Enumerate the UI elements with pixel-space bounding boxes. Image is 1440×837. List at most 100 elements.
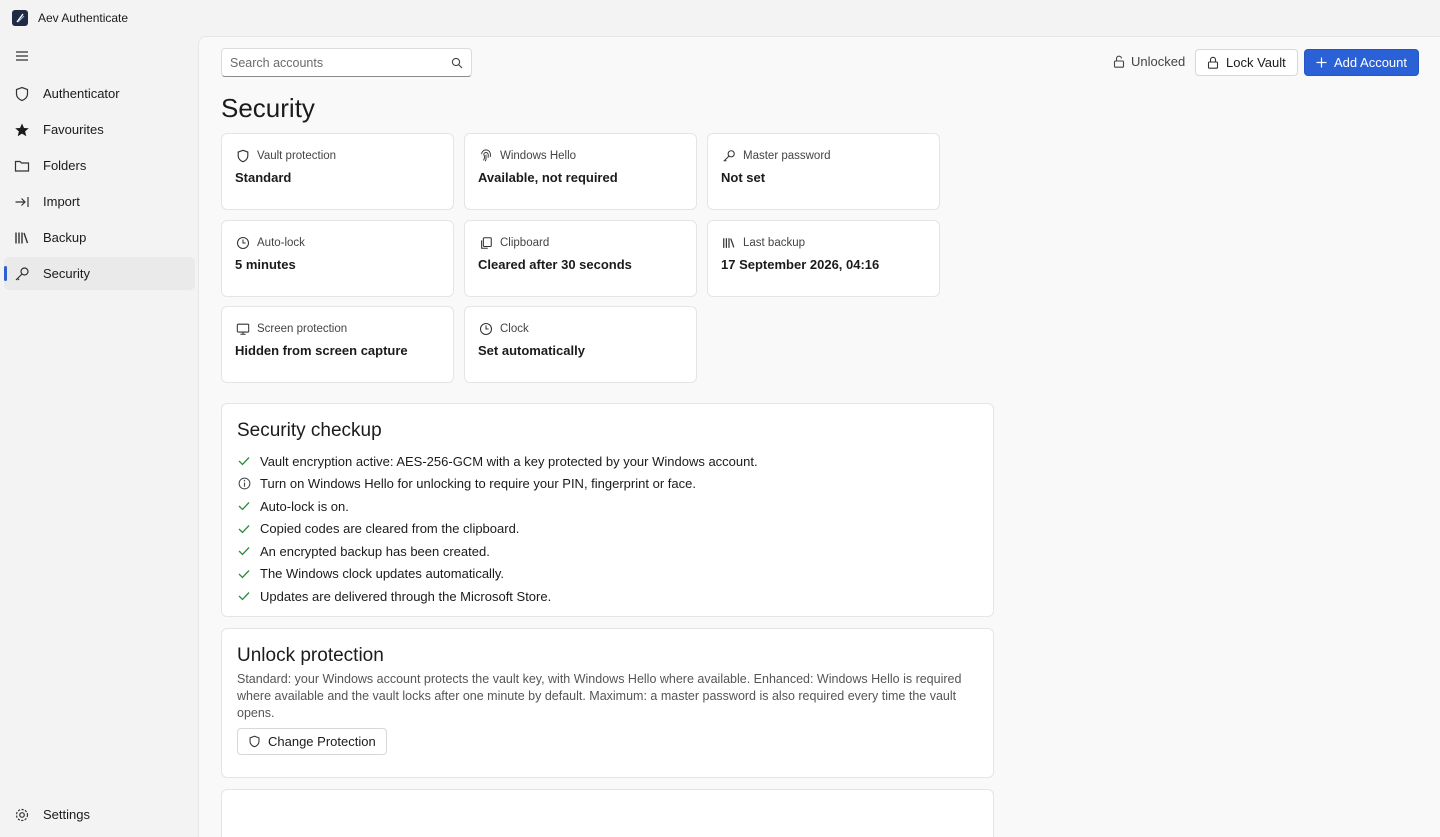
library-icon (13, 229, 31, 247)
sidebar-item-settings[interactable]: Settings (4, 798, 195, 831)
title-bar: Aev Authenticate (0, 0, 1440, 36)
card-value: Hidden from screen capture (235, 343, 408, 358)
card-label: Screen protection (257, 323, 348, 335)
page-title: Security (221, 93, 315, 123)
card-value: Standard (235, 170, 292, 185)
card-auto-lock: Auto-lock 5 minutes (221, 220, 454, 297)
card-windows-hello: Windows Hello Available, not required (464, 133, 697, 210)
checkup-item-text: Updates are delivered through the Micros… (260, 588, 552, 604)
card-screen-protection: Screen protection Hidden from screen cap… (221, 306, 454, 383)
checkup-item-text: Auto-lock is on. (260, 498, 349, 514)
star-icon (13, 121, 31, 139)
checkmark-icon (237, 589, 251, 603)
checkmark-icon (237, 454, 251, 468)
next-panel (221, 789, 994, 837)
clock-icon (235, 235, 251, 251)
sidebar-item-authenticator[interactable]: Authenticator (4, 77, 195, 110)
app-logo-icon (12, 10, 28, 26)
lock-vault-button[interactable]: Lock Vault (1195, 49, 1298, 76)
search-box[interactable] (221, 48, 472, 77)
security-checkup-title: Security checkup (237, 420, 382, 441)
card-value: 5 minutes (235, 257, 296, 272)
card-label: Clock (500, 323, 529, 335)
sidebar-item-label: Backup (43, 230, 87, 245)
card-clock: Clock Set automatically (464, 306, 697, 383)
hamburger-icon (16, 51, 28, 61)
checkup-item-text: An encrypted backup has been created. (260, 543, 490, 559)
info-icon (237, 477, 251, 491)
add-account-button[interactable]: Add Account (1304, 49, 1419, 76)
plus-icon (1316, 57, 1327, 68)
change-protection-button[interactable]: Change Protection (237, 728, 387, 755)
card-value: Available, not required (478, 170, 618, 185)
search-input[interactable] (230, 55, 451, 70)
monitor-icon (235, 321, 251, 337)
sidebar-item-label: Favourites (43, 122, 104, 137)
shield-icon (248, 735, 261, 748)
sidebar-item-favourites[interactable]: Favourites (4, 113, 195, 146)
unlocked-padlock-icon (1113, 55, 1125, 68)
sidebar-item-security[interactable]: Security (4, 257, 195, 290)
card-vault-protection: Vault protection Standard (221, 133, 454, 210)
checkmark-icon (237, 544, 251, 558)
app-title: Aev Authenticate (38, 11, 129, 25)
card-value: Not set (721, 170, 766, 185)
import-icon (13, 193, 31, 211)
card-clipboard: Clipboard Cleared after 30 seconds (464, 220, 697, 297)
checkup-item: Updates are delivered through the Micros… (237, 585, 978, 608)
checkup-item: Vault encryption active: AES-256-GCM wit… (237, 450, 978, 473)
sidebar-item-label: Import (43, 194, 80, 209)
folder-icon (13, 157, 31, 175)
checkup-item-text: Vault encryption active: AES-256-GCM wit… (260, 453, 758, 469)
security-checkup-panel: Security checkup Vault encryption active… (221, 403, 994, 617)
menu-toggle-button[interactable] (10, 44, 34, 68)
main-content: Unlocked Lock Vault Add Account Security… (198, 36, 1440, 837)
card-label: Last backup (743, 237, 806, 249)
card-label: Auto-lock (257, 237, 305, 249)
key-icon (13, 265, 31, 283)
card-master-password: Master password Not set (707, 133, 940, 210)
card-label: Windows Hello (500, 150, 577, 162)
copy-icon (478, 235, 494, 251)
unlock-protection-panel: Unlock protection Standard: your Windows… (221, 628, 994, 778)
sidebar-item-folders[interactable]: Folders (4, 149, 195, 182)
search-icon[interactable] (451, 57, 463, 69)
checkmark-icon (237, 499, 251, 513)
card-last-backup: Last backup 17 September 2026, 04:16 (707, 220, 940, 297)
gear-icon (13, 806, 31, 824)
checkup-item: The Windows clock updates automatically. (237, 563, 978, 586)
checkmark-icon (237, 522, 251, 536)
card-label: Clipboard (500, 237, 550, 249)
lock-vault-label: Lock Vault (1226, 55, 1286, 70)
sidebar-item-label: Authenticator (43, 86, 120, 101)
checkup-item: Turn on Windows Hello for unlocking to r… (237, 473, 978, 496)
checkup-item: Auto-lock is on. (237, 495, 978, 518)
sidebar-item-label: Settings (43, 807, 90, 822)
checkup-item-text: The Windows clock updates automatically. (260, 566, 504, 582)
sidebar-item-import[interactable]: Import (4, 185, 195, 218)
sidebar-item-backup[interactable]: Backup (4, 221, 195, 254)
card-label: Vault protection (257, 150, 337, 162)
unlock-protection-title: Unlock protection (237, 645, 384, 666)
vault-status-label: Unlocked (1131, 54, 1186, 69)
key-icon (721, 148, 737, 164)
checkup-item-text: Copied codes are cleared from the clipbo… (260, 521, 520, 537)
checkup-item: Copied codes are cleared from the clipbo… (237, 518, 978, 541)
card-value: 17 September 2026, 04:16 (721, 257, 880, 272)
unlock-protection-description: Standard: your Windows account protects … (237, 672, 962, 720)
change-protection-label: Change Protection (268, 734, 376, 749)
padlock-icon (1207, 56, 1219, 69)
card-value: Cleared after 30 seconds (478, 257, 632, 272)
clock-icon (478, 321, 494, 337)
sidebar-item-label: Folders (43, 158, 87, 173)
sidebar-item-label: Security (43, 266, 90, 281)
checkup-item-text: Turn on Windows Hello for unlocking to r… (260, 476, 696, 492)
card-value: Set automatically (478, 343, 585, 358)
library-icon (721, 235, 737, 251)
sidebar: Authenticator Favourites Folders Import … (0, 36, 198, 837)
shield-icon (235, 148, 251, 164)
vault-status: Unlocked (1113, 54, 1185, 69)
checkmark-icon (237, 567, 251, 581)
add-account-label: Add Account (1334, 55, 1407, 70)
shield-icon (13, 85, 31, 103)
